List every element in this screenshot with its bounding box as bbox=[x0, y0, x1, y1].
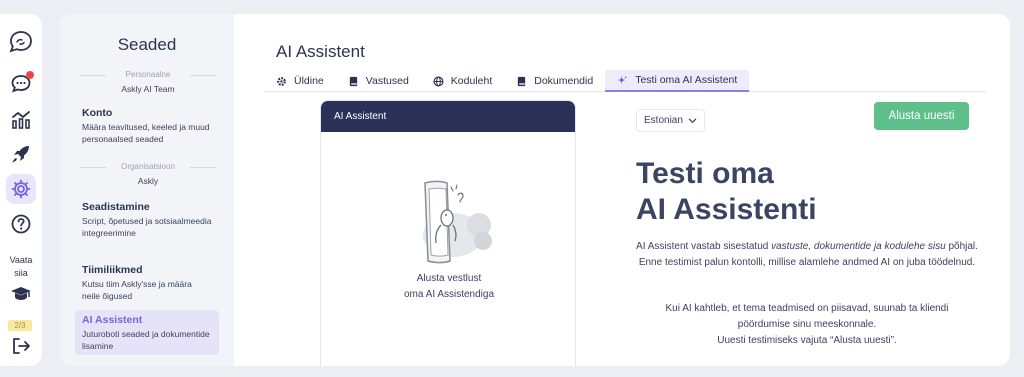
graduation-cap-icon[interactable] bbox=[9, 282, 33, 306]
org-name: Askly bbox=[137, 176, 159, 186]
chat-empty-line2: oma AI Assistendiga bbox=[403, 289, 495, 300]
hero-line1: Testi oma bbox=[636, 157, 774, 190]
tab-label: Koduleht bbox=[450, 75, 493, 87]
rocket-icon[interactable] bbox=[9, 142, 33, 166]
gear-icon[interactable] bbox=[6, 174, 36, 204]
stats-icon[interactable] bbox=[9, 108, 33, 132]
empty-chat-illustration-icon bbox=[423, 180, 492, 264]
intro-paragraph: AI Assistent vastab sisestatud vastuste,… bbox=[632, 239, 982, 271]
tab-koduleht[interactable]: Koduleht bbox=[421, 70, 504, 92]
chat-header: AI Assistent bbox=[321, 101, 575, 132]
language-value: Estonian bbox=[644, 115, 683, 126]
section-personal-heading: Personaalne bbox=[78, 70, 218, 79]
hero-heading: Testi oma AI Assistenti bbox=[636, 156, 817, 228]
menu-item-konto[interactable]: Konto Määra teavitused, keeled ja muud p… bbox=[75, 103, 219, 148]
menu-item-desc: Kutsu tiim Askly'sse ja määra neile õigu… bbox=[82, 279, 192, 301]
chat-empty-state: Alusta vestlust oma AI Assistendiga bbox=[321, 271, 575, 303]
section-org-heading: Organisatsioon bbox=[78, 162, 218, 171]
intro-text-emphasis: vastuste, dokumentide ja kodulehe sisu bbox=[771, 241, 946, 252]
fallback-line3: Uuesti testimiseks vajuta “Alusta uuesti… bbox=[717, 335, 897, 346]
fallback-line2: pöördumise sinu meeskonnale. bbox=[737, 319, 877, 330]
book-icon bbox=[348, 76, 359, 87]
tab-testi[interactable]: Testi oma AI Assistent bbox=[605, 70, 750, 92]
tab-bar: Üldine Vastused Koduleht Dokumendid Test… bbox=[264, 70, 986, 92]
menu-item-desc: Juturoboti seaded ja dokumentide lisamin… bbox=[82, 329, 210, 351]
menu-item-tiimiliikmed[interactable]: Tiimiliikmed Kutsu tiim Askly'sse ja mää… bbox=[75, 260, 219, 305]
book-icon bbox=[516, 76, 527, 87]
menu-item-title: Konto bbox=[82, 107, 113, 119]
fallback-line1: Kui AI kahtleb, et tema teadmised on pii… bbox=[665, 303, 949, 314]
fallback-paragraph: Kui AI kahtleb, et tema teadmised on pii… bbox=[632, 301, 982, 349]
logo-icon[interactable] bbox=[7, 28, 35, 56]
settings-title: Seaded bbox=[117, 35, 177, 54]
help-icon[interactable] bbox=[9, 212, 33, 236]
onboarding-progress: 2/3 bbox=[8, 320, 32, 331]
notification-dot bbox=[26, 71, 34, 79]
tab-label: Testi oma AI Assistent bbox=[635, 74, 738, 86]
tab-label: Üldine bbox=[294, 75, 324, 87]
menu-item-ai-assistent[interactable]: AI Assistent Juturoboti seaded ja dokume… bbox=[75, 310, 219, 355]
tab-label: Vastused bbox=[365, 75, 409, 87]
main-panel: AI Assistent Üldine Vastused Koduleht Do… bbox=[234, 14, 1010, 366]
menu-item-desc: Script, õpetused ja sotsiaalmeedia integ… bbox=[82, 216, 212, 238]
onboarding-link[interactable]: Vaata siia bbox=[0, 254, 42, 280]
chat-empty-line1: Alusta vestlust bbox=[416, 273, 482, 284]
chevron-down-icon bbox=[688, 118, 697, 123]
language-select[interactable]: Estonian bbox=[636, 109, 705, 132]
siia-label: siia bbox=[14, 268, 28, 278]
page-title: AI Assistent bbox=[276, 42, 365, 61]
intro-text-start: AI Assistent vastab sisestatud bbox=[636, 241, 772, 252]
logout-icon[interactable] bbox=[9, 334, 33, 358]
menu-item-title: Seadistamine bbox=[82, 201, 150, 213]
icon-rail: Vaata siia 2/3 bbox=[0, 14, 42, 366]
hero-line2: AI Assistenti bbox=[636, 193, 817, 226]
menu-item-title: AI Assistent bbox=[82, 314, 143, 326]
chat-preview: AI Assistent Alusta vestlust oma AI Assi… bbox=[320, 100, 576, 366]
sparkle-icon bbox=[617, 75, 628, 86]
vaata-label: Vaata bbox=[9, 255, 33, 265]
gear-icon bbox=[276, 76, 287, 87]
menu-item-seadistamine[interactable]: Seadistamine Script, õpetused ja sotsiaa… bbox=[75, 197, 219, 242]
tab-label: Dokumendid bbox=[534, 75, 594, 87]
menu-item-title: Tiimiliikmed bbox=[82, 264, 143, 276]
tab-vastused[interactable]: Vastused bbox=[336, 70, 421, 92]
reset-button[interactable]: Alusta uuesti bbox=[874, 102, 969, 130]
settings-sidebar: Seaded Personaalne Askly AI Team Konto M… bbox=[60, 14, 234, 366]
personal-name: Askly AI Team bbox=[121, 84, 175, 94]
tab-uldine[interactable]: Üldine bbox=[264, 70, 336, 92]
chat-icon[interactable] bbox=[9, 71, 34, 96]
menu-item-desc: Määra teavitused, keeled ja muud persona… bbox=[82, 122, 210, 144]
globe-icon bbox=[433, 76, 444, 87]
tab-dokumendid[interactable]: Dokumendid bbox=[504, 70, 605, 92]
